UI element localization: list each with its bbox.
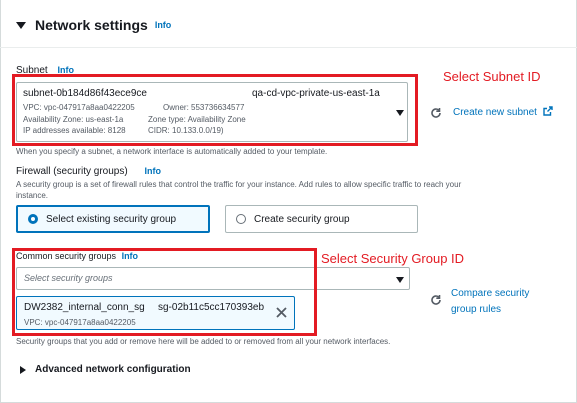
security-group-highlight-box xyxy=(12,248,317,336)
dropdown-caret-icon xyxy=(396,277,404,283)
firewall-info-link[interactable]: Info xyxy=(144,166,161,176)
compare-link-line2: group rules xyxy=(451,304,502,315)
common-sg-hint: Security groups that you add or remove h… xyxy=(16,337,391,346)
divider xyxy=(0,47,577,48)
firewall-label-row: Firewall (security groups) Info xyxy=(16,166,161,177)
create-subnet-link[interactable]: Create new subnet xyxy=(453,106,553,118)
refresh-icon[interactable] xyxy=(430,294,442,306)
compare-link-line1: Compare security xyxy=(451,288,530,299)
network-settings-header[interactable]: Network settings Info xyxy=(16,17,171,33)
radio-button-checked[interactable] xyxy=(28,214,38,224)
subnet-hint: When you specify a subnet, a network int… xyxy=(16,147,328,156)
advanced-network-configuration-toggle[interactable]: Advanced network configuration xyxy=(20,364,191,375)
firewall-description-line2: instance. xyxy=(16,191,49,200)
radio-button-unchecked[interactable] xyxy=(236,214,246,224)
external-link-icon xyxy=(543,106,553,116)
radio-create-sg[interactable]: Create security group xyxy=(225,205,418,233)
create-subnet-label: Create new subnet xyxy=(453,107,537,118)
compare-sg-rules-link[interactable]: Compare security group rules xyxy=(451,286,529,318)
firewall-label: Firewall (security groups) xyxy=(16,166,128,177)
refresh-icon[interactable] xyxy=(430,107,442,119)
advanced-label: Advanced network configuration xyxy=(35,364,191,375)
radio-select-existing-sg[interactable]: Select existing security group xyxy=(16,205,210,233)
firewall-description-line1: A security group is a set of firewall ru… xyxy=(16,180,462,189)
security-group-annotation: Select Security Group ID xyxy=(321,251,465,266)
caret-down-icon xyxy=(16,21,26,29)
radio-label-create: Create security group xyxy=(254,213,350,225)
info-link[interactable]: Info xyxy=(155,20,172,30)
caret-right-icon xyxy=(20,365,26,374)
section-title: Network settings xyxy=(35,17,148,33)
subnet-annotation: Select Subnet ID xyxy=(443,69,541,84)
subnet-highlight-box xyxy=(12,74,418,146)
radio-label-existing: Select existing security group xyxy=(46,213,177,225)
